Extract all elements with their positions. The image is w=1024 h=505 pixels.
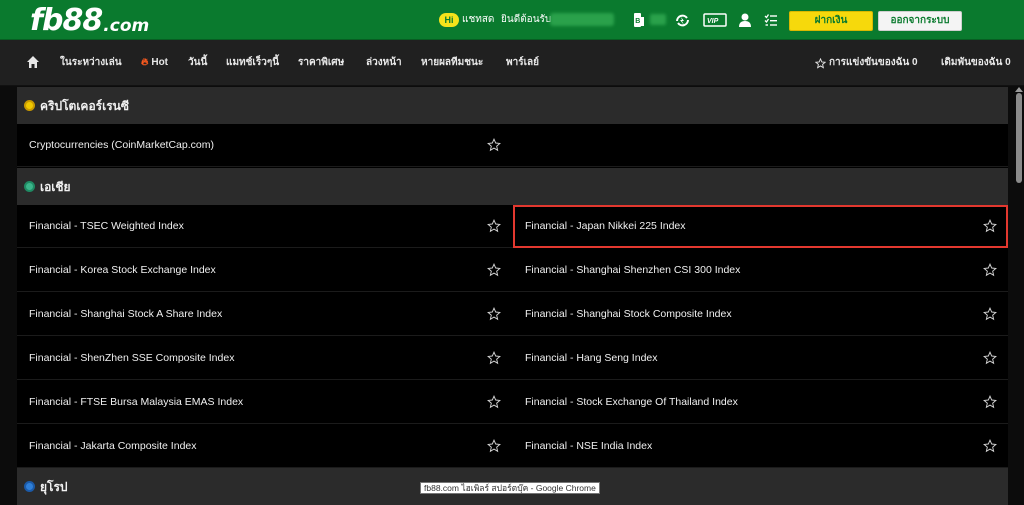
market-item[interactable]: Financial - Shanghai Stock Composite Ind… bbox=[513, 293, 1008, 336]
deposit-button[interactable]: ฝากเงิน bbox=[789, 11, 873, 31]
balance-redacted bbox=[650, 14, 666, 25]
favorite-star-icon[interactable] bbox=[983, 439, 997, 453]
top-header: fb88 .com Hi แชทสด ยินดีต้อนรับ B VIP ฝา… bbox=[0, 0, 1024, 40]
svg-text:B: B bbox=[635, 18, 640, 25]
nav-early[interactable]: ล่วงหน้า bbox=[366, 57, 402, 69]
market-item[interactable]: Financial - ShenZhen SSE Composite Index bbox=[17, 337, 512, 380]
favorite-star-icon[interactable] bbox=[983, 351, 997, 365]
logo-main: fb88 bbox=[30, 3, 103, 38]
market-item-label: Financial - Hang Seng Index bbox=[525, 352, 658, 364]
globe-asia-icon bbox=[24, 181, 35, 192]
market-item-label: Financial - FTSE Bursa Malaysia EMAS Ind… bbox=[29, 396, 244, 408]
favorite-star-icon[interactable] bbox=[983, 395, 997, 409]
section-header-asia[interactable]: เอเชีย bbox=[17, 168, 1008, 205]
market-list: คริปโตเคอร์เรนซี Cryptocurrencies (CoinM… bbox=[17, 87, 1008, 505]
list-icon[interactable] bbox=[764, 12, 778, 28]
favorite-star-icon[interactable] bbox=[487, 138, 501, 152]
nav-upcoming[interactable]: แมทช์เร็วๆนี้ bbox=[226, 57, 279, 69]
svg-text:VIP: VIP bbox=[707, 18, 719, 25]
table-row: Financial - TSEC Weighted Index Financia… bbox=[17, 205, 1008, 248]
table-row: Cryptocurrencies (CoinMarketCap.com) bbox=[17, 124, 1008, 167]
table-row: Financial - Shanghai Stock A Share Index… bbox=[17, 293, 1008, 336]
my-bets-label: เดิมพันของฉัน 0 bbox=[941, 57, 1011, 68]
nav-in-play[interactable]: ในระหว่างเล่น bbox=[60, 57, 122, 69]
market-item-label: Cryptocurrencies (CoinMarketCap.com) bbox=[29, 139, 214, 151]
section-title: เอเชีย bbox=[40, 179, 71, 194]
favorite-star-icon[interactable] bbox=[983, 219, 997, 233]
window-tooltip: fb88.com ไฮเพิลร์ สปอร์ตบุ๊ค - Google Ch… bbox=[420, 482, 600, 494]
my-competitions-link[interactable]: การแข่งขันของฉัน 0 bbox=[815, 57, 918, 69]
ticket-icon[interactable]: VIP bbox=[703, 12, 727, 28]
market-item-label: Financial - Korea Stock Exchange Index bbox=[29, 264, 216, 276]
star-outline-icon bbox=[815, 57, 826, 69]
market-item[interactable]: Financial - NSE India Index bbox=[513, 425, 1008, 468]
my-bets-link[interactable]: เดิมพันของฉัน 0 bbox=[941, 57, 1011, 69]
main-nav: ในระหว่างเล่น 🔥︎ Hot วันนี้ แมทช์เร็วๆนี้… bbox=[0, 40, 1024, 86]
market-item-highlighted[interactable]: Financial - Japan Nikkei 225 Index bbox=[513, 205, 1008, 248]
table-row: Financial - FTSE Bursa Malaysia EMAS Ind… bbox=[17, 381, 1008, 424]
market-item[interactable]: Financial - Hang Seng Index bbox=[513, 337, 1008, 380]
favorite-star-icon[interactable] bbox=[487, 439, 501, 453]
market-item[interactable]: Financial - Jakarta Composite Index bbox=[17, 425, 512, 468]
logout-button[interactable]: ออกจากระบบ bbox=[878, 11, 962, 31]
section-header-crypto[interactable]: คริปโตเคอร์เรนซี bbox=[17, 87, 1008, 124]
section-title: คริปโตเคอร์เรนซี bbox=[40, 98, 130, 113]
welcome-label: ยินดีต้อนรับ bbox=[501, 14, 552, 25]
favorite-star-icon[interactable] bbox=[983, 263, 997, 277]
market-item-label: Financial - Jakarta Composite Index bbox=[29, 440, 197, 452]
market-item[interactable]: Financial - TSEC Weighted Index bbox=[17, 205, 512, 248]
flame-icon: 🔥︎ bbox=[141, 57, 149, 68]
table-row: Financial - ShenZhen SSE Composite Index… bbox=[17, 337, 1008, 380]
refresh-icon[interactable] bbox=[675, 12, 690, 28]
balance-icon[interactable]: B bbox=[633, 12, 645, 28]
chat-icon[interactable]: Hi bbox=[439, 13, 459, 27]
market-item[interactable]: Financial - Stock Exchange Of Thailand I… bbox=[513, 381, 1008, 424]
nav-hot-label: Hot bbox=[151, 57, 169, 68]
username-redacted bbox=[550, 13, 614, 26]
market-item[interactable]: Financial - Shanghai Shenzhen CSI 300 In… bbox=[513, 249, 1008, 292]
market-item-label: Financial - Shanghai Shenzhen CSI 300 In… bbox=[525, 264, 741, 276]
scroll-up-arrow-icon[interactable] bbox=[1015, 87, 1023, 92]
market-item-label: Financial - ShenZhen SSE Composite Index bbox=[29, 352, 235, 364]
scrollbar-thumb[interactable] bbox=[1016, 93, 1022, 183]
my-competitions-label: การแข่งขันของฉัน 0 bbox=[829, 57, 918, 68]
favorite-star-icon[interactable] bbox=[487, 395, 501, 409]
market-item-label: Financial - Japan Nikkei 225 Index bbox=[525, 220, 686, 232]
table-row: Financial - Korea Stock Exchange Index F… bbox=[17, 249, 1008, 292]
nav-parlay[interactable]: พาร์เลย์ bbox=[506, 57, 539, 69]
market-item-label: Financial - TSEC Weighted Index bbox=[29, 220, 184, 232]
market-item[interactable]: Financial - FTSE Bursa Malaysia EMAS Ind… bbox=[17, 381, 512, 424]
market-item-label: Financial - Stock Exchange Of Thailand I… bbox=[525, 396, 738, 408]
site-logo[interactable]: fb88 .com bbox=[30, 2, 149, 38]
table-row: Financial - Jakarta Composite Index Fina… bbox=[17, 425, 1008, 468]
home-icon[interactable] bbox=[26, 55, 40, 69]
nav-outright[interactable]: หายผลทีมชนะ bbox=[421, 57, 483, 69]
favorite-star-icon[interactable] bbox=[487, 351, 501, 365]
nav-hot[interactable]: 🔥︎ Hot bbox=[141, 57, 168, 69]
market-item-label: Financial - NSE India Index bbox=[525, 440, 653, 452]
live-chat-link[interactable]: แชทสด bbox=[462, 14, 494, 26]
market-item[interactable]: Cryptocurrencies (CoinMarketCap.com) bbox=[17, 124, 512, 167]
nav-special-odds[interactable]: ราคาพิเศษ bbox=[298, 57, 344, 69]
user-icon[interactable] bbox=[738, 12, 752, 28]
nav-today[interactable]: วันนี้ bbox=[188, 57, 207, 69]
globe-europe-icon bbox=[24, 481, 35, 492]
favorite-star-icon[interactable] bbox=[487, 219, 501, 233]
market-item[interactable]: Financial - Korea Stock Exchange Index bbox=[17, 249, 512, 292]
favorite-star-icon[interactable] bbox=[487, 263, 501, 277]
coin-icon bbox=[24, 100, 35, 111]
market-item-label: Financial - Shanghai Stock A Share Index bbox=[29, 308, 223, 320]
favorite-star-icon[interactable] bbox=[983, 307, 997, 321]
market-item[interactable]: Financial - Shanghai Stock A Share Index bbox=[17, 293, 512, 336]
logo-domain: .com bbox=[103, 16, 150, 36]
market-item-label: Financial - Shanghai Stock Composite Ind… bbox=[525, 308, 732, 320]
favorite-star-icon[interactable] bbox=[487, 307, 501, 321]
section-title: ยุโรป bbox=[40, 479, 68, 494]
